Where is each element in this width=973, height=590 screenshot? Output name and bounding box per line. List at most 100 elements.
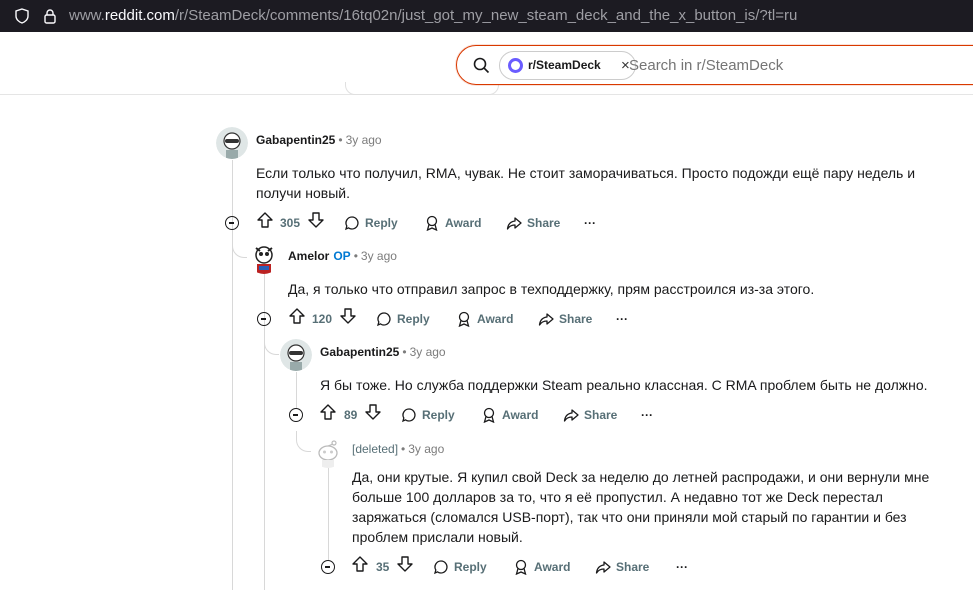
collapse-icon[interactable] (257, 312, 271, 326)
avatar[interactable] (216, 127, 248, 159)
shield-icon[interactable] (14, 8, 30, 29)
award-icon (483, 407, 495, 423)
comment-actions: 35 Reply Award Share ··· (321, 555, 721, 579)
share-icon (506, 217, 522, 230)
award-icon (515, 559, 527, 575)
share-label: Share (527, 216, 561, 230)
reply-icon (402, 408, 416, 423)
upvote-button[interactable] (319, 403, 337, 421)
upvote-button[interactable] (288, 307, 306, 325)
reply-icon (377, 312, 391, 327)
share-button[interactable]: Share (595, 555, 649, 579)
separator: • (401, 442, 406, 456)
author-name: [deleted] (352, 442, 399, 456)
comment-body: Да, я только что отправил запрос в техпо… (288, 281, 815, 297)
lock-icon[interactable] (42, 8, 58, 29)
comment-meta: Gabapentin25 • 3y ago (320, 345, 446, 359)
share-button[interactable]: Share (506, 211, 560, 235)
reply-button[interactable]: Reply (344, 211, 398, 235)
comment-body: Если только что получил, RMA, чувак. Не … (256, 165, 916, 201)
award-label: Award (477, 312, 514, 326)
reply-label: Reply (397, 312, 430, 326)
more-options-button[interactable]: ··· (676, 555, 688, 579)
avatar[interactable] (280, 339, 312, 371)
comment-meta: Amelor OP • 3y ago (288, 249, 397, 263)
url-host: reddit.com (104, 7, 175, 24)
author-name[interactable]: Amelor (288, 249, 329, 263)
share-label: Share (616, 560, 650, 574)
url-text[interactable]: www.reddit.com/r/SteamDeck/comments/16tq… (69, 7, 797, 24)
op-badge: OP (333, 249, 351, 263)
search-bar[interactable]: r/SteamDeck × Search in r/SteamDeck (456, 45, 973, 85)
upvote-button[interactable] (256, 211, 274, 229)
award-button[interactable]: Award (481, 403, 538, 427)
comment-age[interactable]: 3y ago (408, 442, 444, 456)
reply-icon (345, 216, 359, 231)
community-filter-chip[interactable]: r/SteamDeck × (499, 51, 636, 80)
thread-branch (264, 334, 279, 355)
community-chip-label: r/SteamDeck (528, 58, 601, 72)
more-options-button[interactable]: ··· (584, 211, 596, 235)
share-label: Share (559, 312, 593, 326)
comment-age[interactable]: 3y ago (410, 345, 446, 359)
comment-actions: 305 Reply Award Share ··· (225, 211, 625, 235)
comment-body: Да, они крутые. Я купил свой Deck за нед… (352, 469, 930, 545)
more-options-button[interactable]: ··· (641, 403, 653, 427)
browser-url-bar[interactable]: www.reddit.com/r/SteamDeck/comments/16tq… (0, 0, 973, 32)
share-icon (538, 313, 554, 326)
vote-count: 120 (312, 312, 333, 326)
downvote-button[interactable] (307, 211, 325, 229)
downvote-button[interactable] (396, 555, 414, 573)
url-prefix: www. (69, 7, 105, 24)
award-button[interactable]: Award (513, 555, 570, 579)
award-icon (458, 311, 470, 327)
more-options-button[interactable]: ··· (616, 307, 628, 331)
share-button[interactable]: Share (563, 403, 617, 427)
comment-actions: 89 Reply Award Share ··· (289, 403, 689, 427)
search-icon (473, 57, 490, 79)
award-label: Award (502, 408, 539, 422)
comment-age[interactable]: 3y ago (346, 133, 382, 147)
reply-label: Reply (422, 408, 455, 422)
award-button[interactable]: Award (456, 307, 513, 331)
vote-count: 305 (280, 216, 301, 230)
community-icon (508, 58, 523, 73)
comment-meta: [deleted] • 3y ago (352, 442, 444, 456)
vote-count: 89 (344, 408, 358, 422)
reply-icon (434, 560, 448, 575)
downvote-button[interactable] (364, 403, 382, 421)
avatar[interactable] (248, 242, 280, 274)
share-label: Share (584, 408, 618, 422)
comment-actions: 120 Reply Award Share ··· (257, 307, 657, 331)
reply-button[interactable]: Reply (376, 307, 430, 331)
reply-label: Reply (454, 560, 487, 574)
thread-branch (296, 431, 311, 452)
avatar[interactable] (312, 436, 344, 468)
search-input[interactable]: Search in r/SteamDeck (629, 57, 783, 74)
reply-button[interactable]: Reply (401, 403, 455, 427)
url-path: /r/SteamDeck/comments/16tq02n/just_got_m… (174, 7, 798, 24)
reply-button[interactable]: Reply (433, 555, 487, 579)
separator: • (402, 345, 407, 359)
award-label: Award (534, 560, 571, 574)
comment-meta: Gabapentin25 • 3y ago (256, 133, 382, 147)
upvote-button[interactable] (351, 555, 369, 573)
collapse-icon[interactable] (225, 216, 239, 230)
author-name[interactable]: Gabapentin25 (320, 345, 399, 359)
award-icon (426, 215, 438, 231)
author-name[interactable]: Gabapentin25 (256, 133, 335, 147)
vote-count: 35 (376, 560, 390, 574)
share-icon (595, 561, 611, 574)
reply-label: Reply (365, 216, 398, 230)
share-icon (563, 409, 579, 422)
comment-body: Я бы тоже. Но служба поддержки Steam реа… (320, 377, 928, 393)
share-button[interactable]: Share (538, 307, 592, 331)
collapse-icon[interactable] (289, 408, 303, 422)
comment-age[interactable]: 3y ago (361, 249, 397, 263)
separator: • (353, 249, 358, 263)
award-button[interactable]: Award (424, 211, 481, 235)
thread-line-level-4[interactable] (328, 468, 329, 560)
collapse-icon[interactable] (321, 560, 335, 574)
downvote-button[interactable] (339, 307, 357, 325)
separator: • (338, 133, 343, 147)
